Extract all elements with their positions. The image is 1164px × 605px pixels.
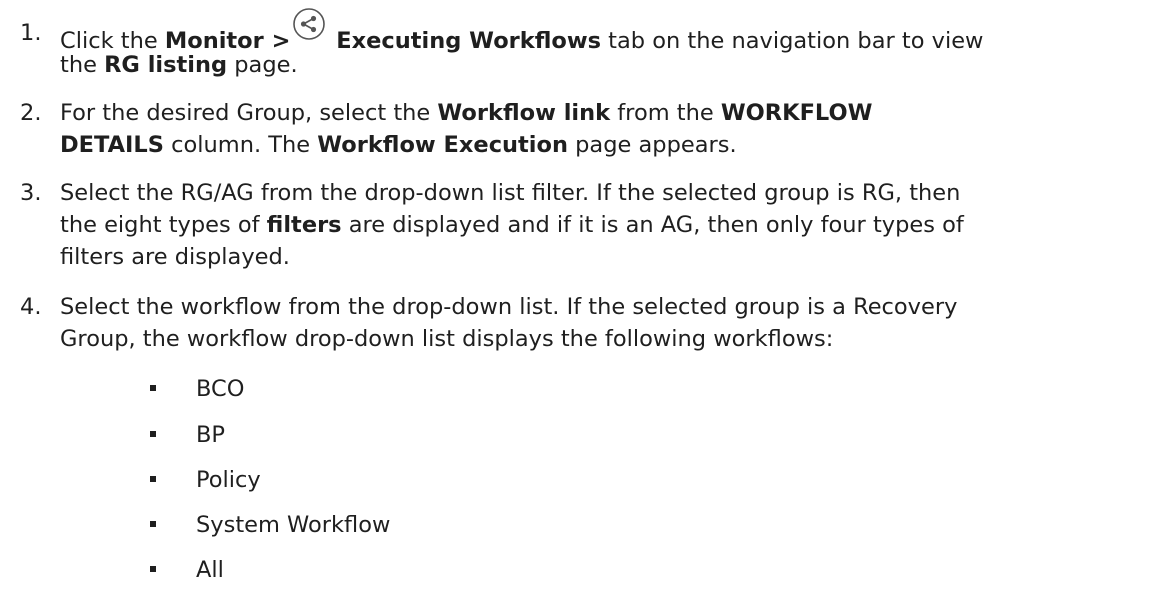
step-line: Select the workflow from the drop-down l… [60,291,1160,323]
list-item: Policy [0,464,600,496]
bullet-icon [150,566,156,572]
step-text: Select the RG/AG from the drop-down list… [60,177,1160,273]
bold-term: DETAILS [60,132,164,158]
text-run: page appears. [568,132,737,158]
text-run: Select the workflow from the drop-down l… [60,294,958,320]
bold-term: filters [266,212,342,238]
text-run: page. [227,52,298,78]
bullet-icon [150,521,156,527]
step-number: 4. [20,294,42,320]
text-run: are displayed and if it is an AG, then o… [341,212,964,238]
workflow-share-icon [292,7,326,41]
bold-term: Workflow link [437,100,611,126]
list-item: System Workflow [0,509,600,541]
text-run: Select the RG/AG from the drop-down list… [60,180,961,206]
bullet-icon [150,385,156,391]
list-item-label: BCO [196,376,245,402]
step-line: the eight types of filters are displayed… [60,209,1160,241]
list-item-label: BP [196,422,226,448]
text-run: column. The [163,132,318,158]
bullet-icon [150,431,156,437]
text-run: the eight types of [60,212,267,238]
bold-term: RG listing [104,52,228,78]
document-page: 1. Click the Monitor > Executing Workflo… [0,0,1164,605]
step-number: 3. [20,180,42,206]
list-item-label: All [196,557,224,583]
step-line: For the desired Group, select the Workfl… [60,97,1160,129]
bullet-icon [150,476,156,482]
text-run: tab on the navigation bar to view [601,28,984,54]
step-line: Select the RG/AG from the drop-down list… [60,177,1160,209]
step-text: Select the workflow from the drop-down l… [60,291,1160,355]
step-number: 1. [20,20,42,46]
step-line: Group, the workflow drop-down list displ… [60,323,1160,355]
step-line: filters are displayed. [60,241,1160,273]
list-item: BP [0,419,600,451]
bold-term: Workflow Execution [317,132,568,158]
step-text: For the desired Group, select the Workfl… [60,97,1160,161]
step-line: DETAILS column. The Workflow Execution p… [60,129,1160,161]
list-item-label: Policy [196,467,261,493]
bold-term: Executing Workflows [328,28,602,54]
list-item: All [0,554,600,586]
text-run: For the desired Group, select the [60,100,438,126]
step-number: 2. [20,100,42,126]
text-run: from the [610,100,721,126]
text-run: the [60,52,105,78]
list-item: BCO [0,373,600,405]
text-run: Group, the workflow drop-down list displ… [60,326,834,352]
step-line: Click the Monitor > Executing Workflows … [60,8,1160,54]
list-item-label: System Workflow [196,512,391,538]
step-text: Click the Monitor > Executing Workflows … [60,8,1160,81]
bold-term: WORKFLOW [720,100,873,126]
text-run: filters are displayed. [60,244,290,270]
